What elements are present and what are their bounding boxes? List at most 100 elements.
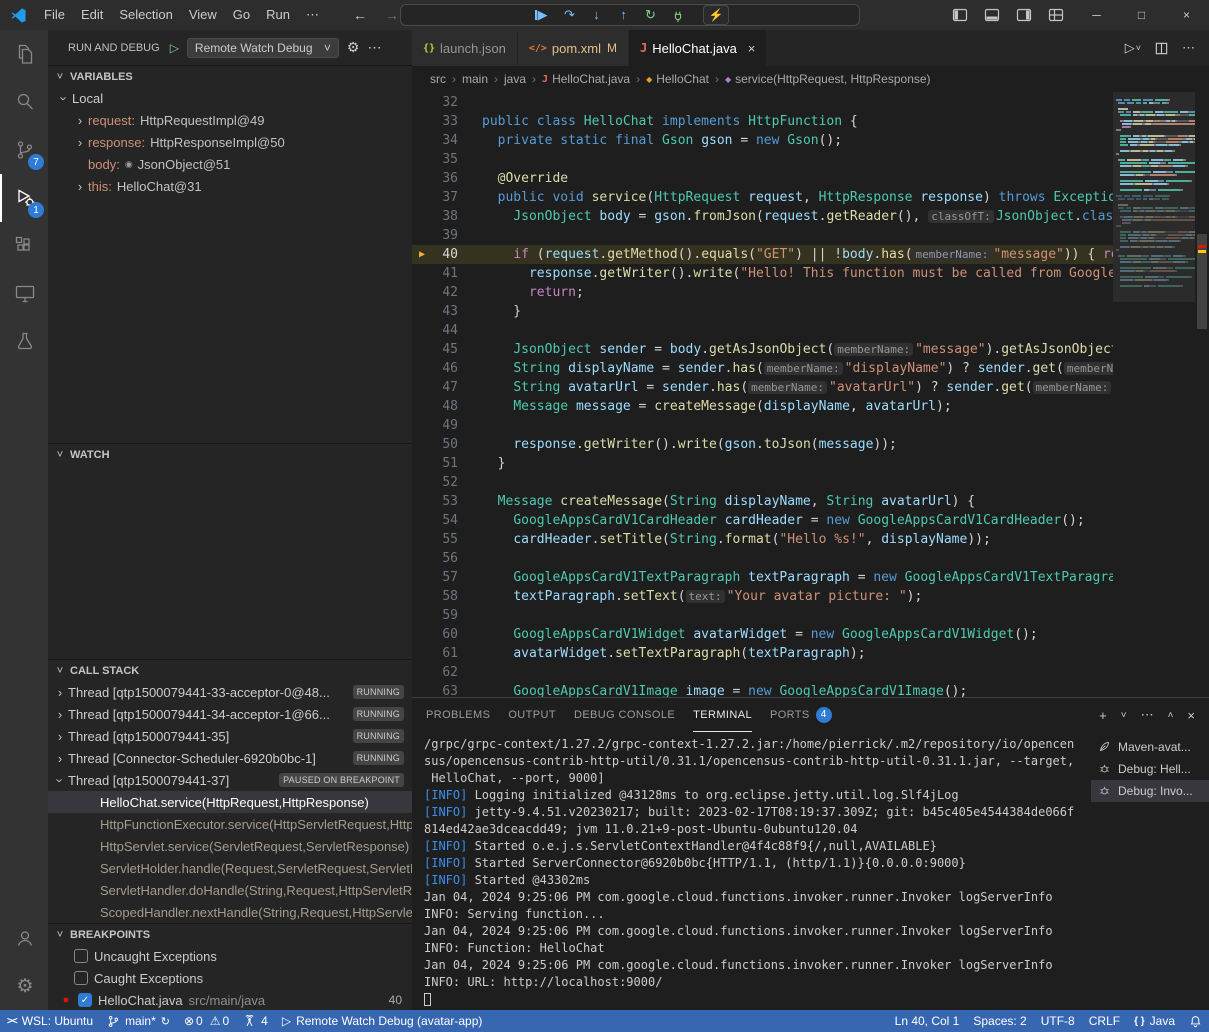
toggle-panel-icon[interactable]	[984, 7, 1000, 23]
forward-button[interactable]: →	[385, 7, 399, 23]
breakpoint-row[interactable]: Caught Exceptions	[48, 967, 412, 989]
editor-more-actions[interactable]: ⋯	[1182, 40, 1195, 56]
stack-frame-row[interactable]: HttpFunctionExecutor.service(HttpServlet…	[48, 813, 412, 835]
start-debug-button[interactable]: ▷	[170, 41, 179, 55]
breakpoint-row[interactable]: Uncaught Exceptions	[48, 945, 412, 967]
variable-row[interactable]: ›body:◉JsonObject@51	[48, 153, 412, 175]
minimize-button[interactable]: ─	[1074, 0, 1119, 30]
editor-tab-HelloChat.java[interactable]: JHelloChat.java×	[629, 30, 767, 66]
thread-row[interactable]: ›Thread [qtp1500079441-35]RUNNING	[48, 725, 412, 747]
customize-layout-icon[interactable]	[1048, 7, 1064, 23]
views-more-actions[interactable]: ⋯	[367, 39, 381, 56]
stack-frame-row[interactable]: ServletHolder.handle(Request,ServletRequ…	[48, 857, 412, 879]
stack-frame-row[interactable]: HttpServlet.service(ServletRequest,Servl…	[48, 835, 412, 857]
account-button[interactable]	[0, 914, 48, 962]
stack-frame-row[interactable]: ServletHandler.doHandle(String,Request,H…	[48, 879, 412, 901]
variables-section-header[interactable]: ˅ VARIABLES	[48, 65, 412, 87]
step-out-button[interactable]: ↑	[612, 5, 635, 25]
breadcrumb-item[interactable]: ◆service(HttpRequest, HttpResponse)	[725, 72, 931, 86]
menu-file[interactable]: File	[36, 0, 73, 30]
menu-go[interactable]: Go	[225, 0, 258, 30]
editor-tab-pom.xml[interactable]: </>pom.xmlM	[518, 30, 629, 66]
sidebar-item-search[interactable]	[0, 78, 48, 126]
sidebar-item-testing[interactable]	[0, 318, 48, 366]
toggle-sidebar-icon[interactable]	[952, 7, 968, 23]
breadcrumb-item[interactable]: java	[504, 72, 526, 86]
new-terminal-button[interactable]: +	[1099, 708, 1107, 723]
problems-status[interactable]: ⊗ 0 ⚠ 0	[177, 1010, 236, 1032]
breakpoint-checkbox[interactable]	[74, 971, 88, 985]
sidebar-item-explorer[interactable]	[0, 30, 48, 78]
sidebar-item-extensions[interactable]	[0, 222, 48, 270]
notifications-bell[interactable]	[1182, 1010, 1209, 1032]
remote-indicator[interactable]: >< WSL: Ubuntu	[0, 1010, 100, 1032]
step-into-button[interactable]: ↓	[585, 5, 608, 25]
stack-frame-row[interactable]: HelloChat.service(HttpRequest,HttpRespon…	[48, 791, 412, 813]
disconnect-button[interactable]	[666, 7, 689, 24]
breadcrumb-item[interactable]: JHelloChat.java	[542, 72, 630, 86]
close-panel-icon[interactable]: ×	[1187, 708, 1195, 723]
run-java-button[interactable]: ▷ ˅	[1125, 40, 1141, 56]
variable-row[interactable]: ›response:HttpResponseImpl@50	[48, 131, 412, 153]
editor-scrollbar[interactable]	[1195, 92, 1209, 697]
panel-more-actions[interactable]: ⋯	[1141, 707, 1154, 723]
sidebar-item-source-control[interactable]: 7	[0, 126, 48, 174]
terminal-output[interactable]: /grpc/grpc-context/1.27.2/grpc-context-1…	[412, 732, 1091, 1010]
debug-config-dropdown[interactable]: Remote Watch Debug ˅	[187, 38, 339, 58]
variable-row[interactable]: ›request:HttpRequestImpl@49	[48, 109, 412, 131]
debug-session-status[interactable]: ▷ Remote Watch Debug (avatar-app)	[275, 1010, 490, 1032]
split-editor-button[interactable]	[1154, 41, 1169, 56]
tab-close-icon[interactable]: ×	[748, 41, 756, 56]
step-over-button[interactable]: ↷	[558, 5, 581, 25]
back-button[interactable]: ←	[353, 7, 367, 23]
scrollbar-thumb[interactable]	[1197, 234, 1207, 329]
panel-tab-debug-console[interactable]: DEBUG CONSOLE	[574, 698, 675, 732]
code-editor[interactable]: 3233public class HelloChat implements Ht…	[412, 92, 1209, 697]
terminal-profile-dropdown-icon[interactable]: ˅	[1121, 710, 1127, 721]
breakpoints-section-header[interactable]: ˅ BREAKPOINTS	[48, 923, 412, 945]
panel-tab-problems[interactable]: PROBLEMS	[426, 698, 490, 732]
watch-section-header[interactable]: ˅ WATCH	[48, 443, 412, 465]
manage-button[interactable]: ⚙	[0, 962, 48, 1010]
thread-row[interactable]: ›Thread [qtp1500079441-37]PAUSED ON BREA…	[48, 769, 412, 791]
indentation-status[interactable]: Spaces: 2	[966, 1010, 1033, 1032]
panel-tab-terminal[interactable]: TERMINAL	[693, 698, 752, 732]
toggle-secondary-sidebar-icon[interactable]	[1016, 7, 1032, 23]
editor-tab-launch.json[interactable]: {}launch.json	[412, 30, 518, 66]
terminal-list-item[interactable]: Debug: Hell...	[1091, 758, 1209, 780]
minimap-slider[interactable]	[1113, 92, 1195, 302]
cursor-position[interactable]: Ln 40, Col 1	[888, 1010, 967, 1032]
configure-gear-icon[interactable]: ⚙	[347, 39, 360, 56]
variables-scope-row[interactable]: ›Local	[48, 87, 412, 109]
thread-row[interactable]: ›Thread [qtp1500079441-33-acceptor-0@48.…	[48, 681, 412, 703]
breadcrumb-item[interactable]: src	[430, 72, 446, 86]
breadcrumb-item[interactable]: ◆HelloChat	[646, 72, 709, 86]
restart-button[interactable]: ↻	[639, 5, 662, 25]
terminal-list-item[interactable]: Maven-avat...	[1091, 736, 1209, 758]
terminal-list-item[interactable]: Debug: Invo...	[1091, 780, 1209, 802]
thread-row[interactable]: ›Thread [qtp1500079441-34-acceptor-1@66.…	[48, 703, 412, 725]
eol-status[interactable]: CRLF	[1082, 1010, 1127, 1032]
menu-more[interactable]: ⋯	[298, 0, 327, 30]
menu-edit[interactable]: Edit	[73, 0, 111, 30]
menu-selection[interactable]: Selection	[111, 0, 180, 30]
thread-row[interactable]: ›Thread [Connector-Scheduler-6920b0bc-1]…	[48, 747, 412, 769]
hot-code-replace-button[interactable]: ⚡	[703, 5, 729, 25]
stack-frame-row[interactable]: ScopedHandler.nextHandle(String,Request,…	[48, 901, 412, 923]
breakpoint-row[interactable]: ●✓HelloChat.javasrc/main/java40	[48, 989, 412, 1010]
menu-view[interactable]: View	[181, 0, 225, 30]
panel-tab-output[interactable]: OUTPUT	[508, 698, 556, 732]
sidebar-item-remote-explorer[interactable]	[0, 270, 48, 318]
close-window-button[interactable]: ×	[1164, 0, 1209, 30]
breakpoint-checkbox[interactable]	[74, 949, 88, 963]
maximize-panel-icon[interactable]: ˄	[1168, 710, 1174, 721]
command-center[interactable]: ▶ ↷ ↓ ↑ ↻ ⚡	[400, 4, 860, 26]
panel-tab-ports[interactable]: PORTS4	[770, 698, 832, 732]
maximize-button[interactable]: □	[1119, 0, 1164, 30]
continue-button[interactable]: ▶	[531, 5, 554, 25]
variable-row[interactable]: ›this:HelloChat@31	[48, 175, 412, 197]
ports-status[interactable]: 4	[236, 1010, 275, 1032]
encoding-status[interactable]: UTF-8	[1034, 1010, 1082, 1032]
language-mode[interactable]: { } Java	[1127, 1010, 1182, 1032]
menu-run[interactable]: Run	[258, 0, 298, 30]
